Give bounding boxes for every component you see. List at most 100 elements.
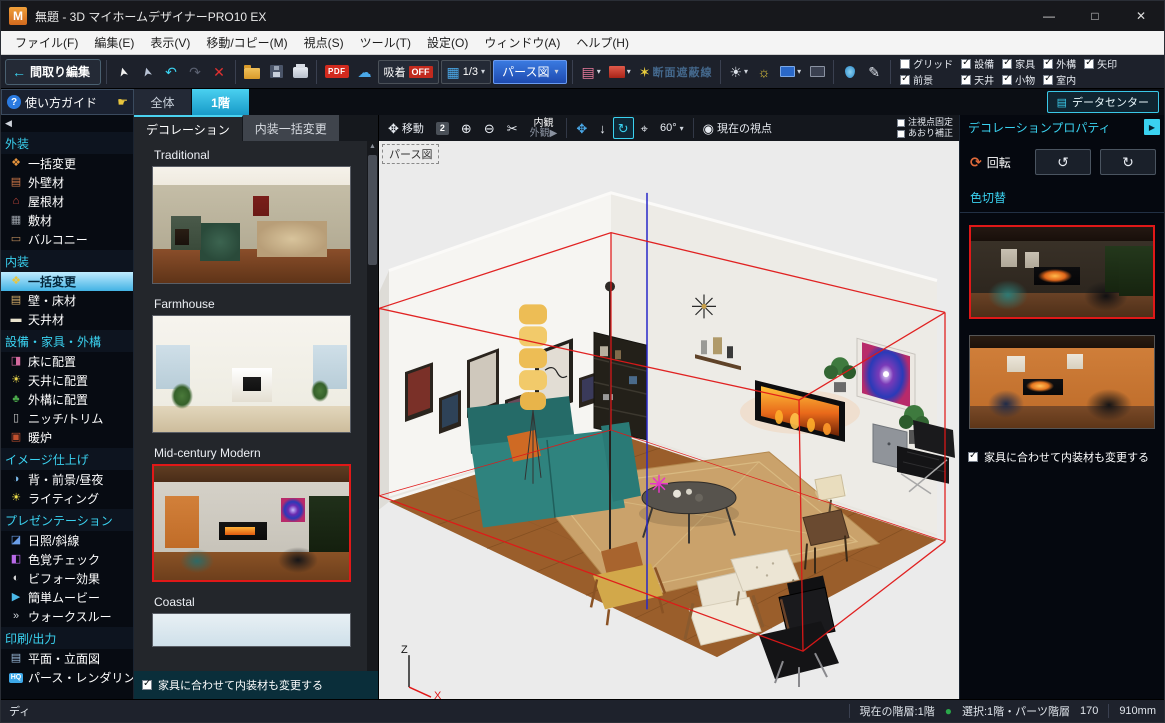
delete-button[interactable]: ✕ bbox=[208, 59, 230, 85]
tilt-correction-checkbox[interactable]: あおり補正 bbox=[897, 128, 953, 139]
data-center-button[interactable]: ▤ データセンター bbox=[1047, 91, 1159, 113]
menu-item[interactable]: 視点(S) bbox=[296, 31, 352, 54]
floor-tab[interactable]: 全体 bbox=[134, 89, 192, 115]
sidebar-item[interactable]: ❖一括変更 bbox=[1, 154, 133, 173]
menu-item[interactable]: ツール(T) bbox=[352, 31, 419, 54]
3d-viewport[interactable]: Z X パース図 bbox=[379, 141, 959, 699]
cloud-upload-button[interactable]: ☁ bbox=[354, 59, 376, 85]
menu-item[interactable]: 編集(E) bbox=[86, 31, 142, 54]
view-mode-dropdown[interactable]: パース図 ▾ bbox=[493, 60, 567, 84]
grid-scale-dropdown[interactable]: ▦ 1/3 ▾ bbox=[441, 60, 492, 84]
minimize-button[interactable]: — bbox=[1026, 1, 1072, 31]
section-cut-button[interactable]: ✂ bbox=[502, 117, 523, 139]
floorplan-edit-button[interactable]: ← 間取り編集 bbox=[5, 59, 101, 85]
sidebar-item[interactable]: ▬天井材 bbox=[1, 310, 133, 329]
brightness-dropdown[interactable]: ☀▾ bbox=[726, 59, 751, 85]
two-point-walk-button[interactable]: 2 bbox=[431, 117, 454, 139]
sidebar-item[interactable]: ▭バルコニー bbox=[1, 230, 133, 249]
open-file-button[interactable] bbox=[241, 59, 263, 85]
move-mode-button[interactable]: ✥移動 bbox=[383, 117, 429, 139]
display-toggle[interactable]: 設備 bbox=[961, 56, 994, 71]
sidebar-item[interactable]: ⌂屋根材 bbox=[1, 192, 133, 211]
menu-item[interactable]: 移動/コピー(M) bbox=[198, 31, 295, 54]
style-item[interactable]: Mid-century Modern bbox=[152, 443, 378, 582]
menu-item[interactable]: 表示(V) bbox=[142, 31, 198, 54]
current-viewpoint-button[interactable]: ◉現在の視点 bbox=[698, 117, 777, 139]
scroll-up-icon[interactable]: ▲ bbox=[367, 141, 378, 153]
pan-view-button[interactable]: ✥ bbox=[571, 117, 592, 139]
sidebar-item[interactable]: ☀ライティング bbox=[1, 489, 133, 508]
close-button[interactable]: ✕ bbox=[1118, 1, 1164, 31]
panel-collapse-button[interactable]: ▶ bbox=[1144, 119, 1160, 135]
usage-guide-button[interactable]: ? 使い方ガイド ☛ bbox=[1, 89, 134, 115]
select-tool-button[interactable]: ➤ bbox=[112, 59, 134, 85]
display-toggle[interactable]: グリッド bbox=[900, 56, 953, 71]
sidebar-item[interactable]: ▦敷材 bbox=[1, 211, 133, 230]
sidebar-item[interactable]: ◨床に配置 bbox=[1, 352, 133, 371]
move-down-button[interactable]: ↓ bbox=[594, 117, 611, 139]
display-toggle[interactable]: 矢印 bbox=[1084, 56, 1117, 71]
style-thumbnail-coastal[interactable] bbox=[152, 613, 351, 647]
room-3d-render[interactable]: Z X bbox=[379, 141, 959, 699]
save-button[interactable] bbox=[265, 59, 287, 85]
style-thumbnail-farmhouse[interactable] bbox=[152, 315, 351, 433]
color-variant-thumbnail-2[interactable] bbox=[969, 335, 1155, 429]
scrollbar[interactable]: ▲ bbox=[367, 141, 378, 671]
display-toggle[interactable]: 家具 bbox=[1002, 56, 1035, 71]
menu-item[interactable]: ヘルプ(H) bbox=[568, 31, 637, 54]
sidebar-item[interactable]: ▤外壁材 bbox=[1, 173, 133, 192]
match-interior-checkbox[interactable]: 家具に合わせて内装材も変更する bbox=[134, 671, 378, 699]
display-toggle[interactable]: 外構 bbox=[1043, 56, 1076, 71]
sidebar-item[interactable]: ▶簡単ムービー bbox=[1, 588, 133, 607]
menu-item[interactable]: ウィンドウ(A) bbox=[476, 31, 568, 54]
print-button[interactable] bbox=[289, 59, 311, 85]
multi-select-tool-button[interactable]: ➤ bbox=[136, 59, 158, 85]
decoration-tab[interactable]: デコレーション bbox=[134, 115, 243, 141]
section-occlusion-toggle[interactable]: ✶ 断面遮蔽線 bbox=[636, 59, 716, 85]
rotate-ccw-button[interactable]: ↺ bbox=[1035, 149, 1091, 175]
floor-tab[interactable]: 1階 bbox=[192, 89, 250, 115]
zoom-out-button[interactable]: ⊖ bbox=[479, 117, 500, 139]
orbit-view-button[interactable]: ↻ bbox=[613, 117, 634, 139]
pen-tool-button[interactable]: ✎ bbox=[863, 59, 885, 85]
maximize-button[interactable]: □ bbox=[1072, 1, 1118, 31]
sunlight-button[interactable]: ☼ bbox=[753, 59, 775, 85]
eye-height-button[interactable]: ⌖ bbox=[636, 117, 653, 139]
starburst-decor[interactable] bbox=[692, 294, 716, 318]
menu-item[interactable]: 設定(O) bbox=[419, 31, 476, 54]
style-item[interactable]: Traditional bbox=[152, 145, 378, 284]
texture-drop-button[interactable] bbox=[839, 59, 861, 85]
sidebar-item[interactable]: ▯ニッチ/トリム bbox=[1, 409, 133, 428]
zoom-in-button[interactable]: ⊕ bbox=[456, 117, 477, 139]
style-item[interactable]: Coastal bbox=[152, 592, 378, 647]
sidebar-item[interactable]: ◐ビフォー効果 bbox=[1, 569, 133, 588]
rotate-cw-button[interactable]: ↻ bbox=[1100, 149, 1156, 175]
pdf-export-button[interactable]: PDF bbox=[322, 59, 352, 85]
furniture-interior-checkbox[interactable]: 家具に合わせて内装材も変更する bbox=[960, 445, 1164, 469]
sidebar-item[interactable]: ☀天井に配置 bbox=[1, 371, 133, 390]
sidebar-collapse-button[interactable]: ◀ bbox=[1, 116, 133, 131]
sidebar-item[interactable]: ▤平面・立面図 bbox=[1, 649, 133, 668]
display-toggle[interactable]: 小物 bbox=[1002, 72, 1035, 87]
snap-toggle-button[interactable]: 吸着 OFF bbox=[378, 60, 439, 84]
view-angle-dropdown[interactable]: 60°▾ bbox=[655, 117, 689, 139]
sidebar-item[interactable]: ◪日照/斜線 bbox=[1, 531, 133, 550]
redo-button[interactable]: ↷ bbox=[184, 59, 206, 85]
material-brush-dropdown[interactable]: ▤▾ bbox=[578, 59, 603, 85]
sidebar-item[interactable]: ▤壁・床材 bbox=[1, 291, 133, 310]
sidebar-item[interactable]: ◑背・前景/昼夜 bbox=[1, 470, 133, 489]
roof-display-dropdown[interactable]: ▾ bbox=[606, 59, 634, 85]
sidebar-item[interactable]: HQパース・レンダリング bbox=[1, 668, 133, 687]
sidebar-item[interactable]: ▣暖炉 bbox=[1, 428, 133, 447]
menu-item[interactable]: ファイル(F) bbox=[7, 31, 86, 54]
sidebar-item[interactable]: ◧色覚チェック bbox=[1, 550, 133, 569]
sidebar-item[interactable]: ♣外構に配置 bbox=[1, 390, 133, 409]
style-item[interactable]: Farmhouse bbox=[152, 294, 378, 433]
monitor-dropdown[interactable]: ▾ bbox=[777, 59, 804, 85]
display-toggle[interactable]: 室内 bbox=[1043, 72, 1076, 87]
interior-exterior-toggle[interactable]: 内観 外観▶ bbox=[525, 117, 563, 139]
style-thumbnail-midcentury[interactable] bbox=[152, 464, 351, 582]
fix-gaze-checkbox[interactable]: 注視点固定 bbox=[897, 117, 953, 128]
scrollbar-thumb[interactable] bbox=[368, 155, 377, 265]
display-toggle[interactable]: 天井 bbox=[961, 72, 994, 87]
